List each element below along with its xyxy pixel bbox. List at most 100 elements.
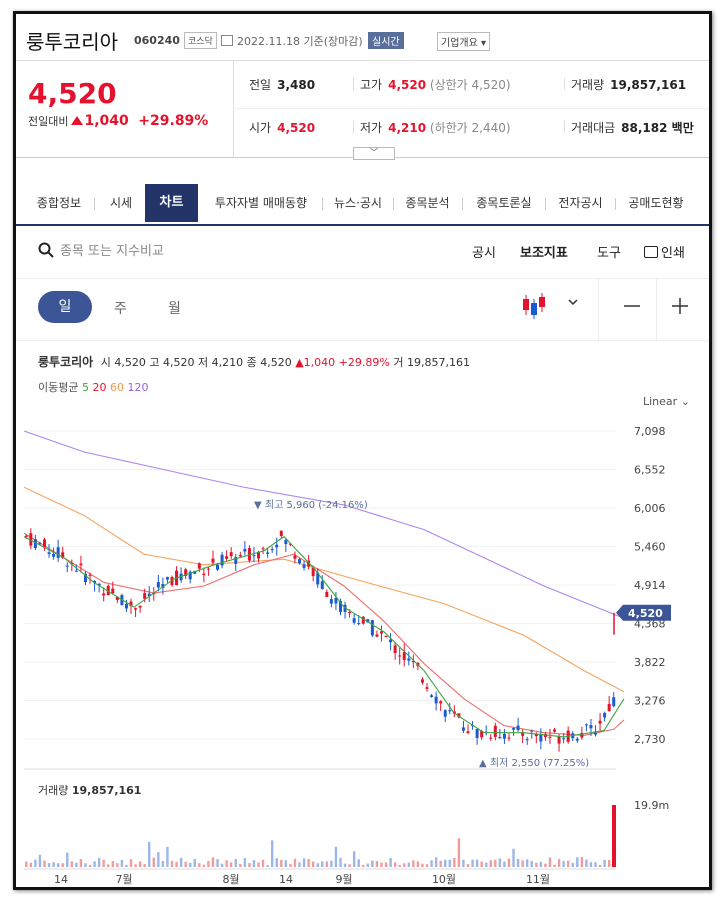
candle-body — [225, 556, 229, 559]
candle-body — [211, 558, 215, 563]
volume-bar — [316, 863, 319, 867]
volume-bar — [111, 861, 114, 867]
x-tick-label: 7월 — [115, 873, 132, 886]
min-annotation: ▲ 최저 2,550 (77.25%) — [479, 757, 589, 769]
candle-body — [111, 588, 115, 594]
candle-body — [156, 581, 160, 588]
candle-body — [243, 548, 247, 552]
y-tick-label: 7,098 — [634, 425, 666, 438]
candle-body — [143, 593, 147, 599]
candle-body — [52, 554, 56, 557]
volume-bar — [389, 857, 392, 867]
volume-bar — [371, 860, 374, 867]
volume-bar — [521, 860, 524, 867]
volume-bar — [43, 860, 46, 867]
candle-body — [384, 635, 388, 637]
candle-body — [352, 618, 356, 623]
volume-bar — [475, 859, 479, 867]
volume-bar — [266, 864, 269, 867]
candle-body — [420, 679, 424, 683]
volume-bar — [462, 859, 465, 867]
candle-body — [102, 593, 106, 596]
candle-body — [398, 655, 402, 657]
volume-bar — [129, 859, 133, 867]
volume-bar — [225, 860, 228, 867]
candle-body — [47, 552, 51, 555]
volume-bar — [357, 859, 360, 867]
volume-bar — [398, 864, 401, 867]
candle-body — [42, 539, 46, 548]
candle-body — [525, 739, 529, 741]
candle-body — [393, 645, 397, 654]
candle-body — [603, 712, 607, 718]
volume-bar — [425, 864, 429, 867]
candle-body — [165, 577, 169, 580]
volume-bar — [416, 861, 420, 867]
ma-5-line — [23, 535, 625, 738]
volume-bar — [453, 858, 456, 867]
volume-bar — [566, 860, 570, 867]
volume-bar — [107, 864, 110, 867]
y-tick-label: 4,914 — [634, 579, 666, 592]
x-tick-label: 8월 — [222, 873, 239, 886]
volume-bar — [457, 838, 461, 867]
candle-body — [594, 732, 598, 735]
volume-bar — [544, 863, 547, 867]
candle-body — [65, 565, 69, 567]
volume-bar — [548, 857, 552, 867]
volume-bar — [348, 864, 351, 867]
volume-bar — [47, 863, 51, 867]
volume-bar — [466, 864, 470, 867]
y-tick-label: 5,460 — [634, 541, 666, 554]
candle-body — [329, 599, 333, 604]
candle-body — [325, 591, 329, 598]
candle-body — [407, 658, 411, 661]
current-price-label: 4,520 — [628, 607, 663, 620]
volume-bar — [234, 859, 237, 867]
price-chart[interactable]: 7,0986,5526,0065,4604,9144,3683,8223,276… — [16, 14, 712, 890]
volume-bar — [230, 862, 233, 867]
volume-bar — [175, 861, 178, 867]
volume-bar — [607, 859, 611, 867]
candle-body — [56, 547, 60, 558]
volume-bar — [512, 848, 515, 867]
candle-body — [357, 623, 361, 625]
x-tick-label: 10월 — [432, 873, 456, 886]
candle-body — [229, 552, 233, 557]
volume-bar — [526, 859, 529, 867]
volume-bar — [243, 858, 247, 867]
candle-body — [261, 548, 265, 550]
max-annotation: ▼ 최고 5,960 (-24.16%) — [254, 499, 368, 511]
volume-bar — [120, 860, 124, 867]
volume-bar — [125, 864, 128, 867]
candle-body — [434, 696, 438, 704]
volume-bar — [207, 861, 210, 867]
volume-bar — [498, 858, 502, 867]
volume-bar — [580, 857, 584, 867]
volume-bar — [307, 859, 310, 867]
candle-body — [443, 710, 447, 717]
volume-bar — [298, 862, 301, 867]
volume-bar — [325, 861, 329, 867]
volume-bar — [516, 858, 520, 867]
volume-bar — [166, 846, 169, 867]
volume-bar — [275, 858, 278, 867]
candle-body — [557, 736, 561, 744]
volume-bar — [220, 863, 224, 867]
volume-bar — [179, 857, 183, 867]
candle-body — [598, 720, 602, 724]
y-tick-label: 6,006 — [634, 502, 666, 515]
volume-bar — [170, 860, 174, 867]
volume-bar — [407, 862, 410, 867]
volume-bar — [248, 863, 251, 867]
volume-bar — [494, 859, 497, 867]
candle-body — [589, 725, 593, 729]
volume-bar — [97, 857, 101, 867]
candle-body — [489, 737, 493, 739]
volume-bar — [289, 864, 292, 867]
volume-bar — [270, 840, 274, 867]
volume-bar — [434, 857, 438, 867]
candle-body — [512, 728, 516, 730]
volume-bar — [29, 862, 33, 867]
volume-bar — [489, 860, 492, 867]
